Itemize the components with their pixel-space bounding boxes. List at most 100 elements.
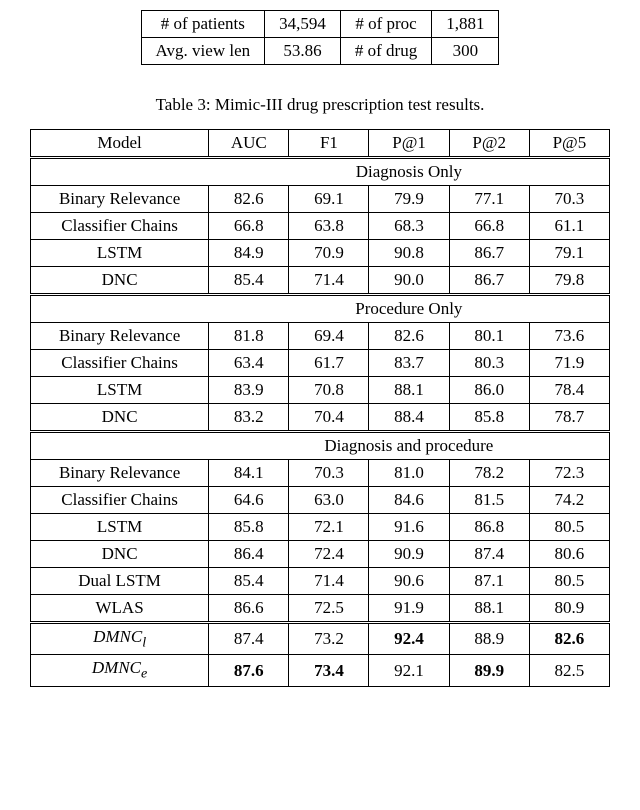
table-row: Avg. view len 53.86 # of drug 300 bbox=[141, 38, 499, 65]
cell: 85.8 bbox=[449, 404, 529, 432]
col-f1: F1 bbox=[289, 130, 369, 158]
cell: 71.4 bbox=[289, 267, 369, 295]
table-row: LSTM83.970.888.186.078.4 bbox=[31, 377, 610, 404]
model-cell: LSTM bbox=[31, 514, 209, 541]
cell: 83.9 bbox=[209, 377, 289, 404]
cell: # of patients bbox=[141, 11, 265, 38]
cell: 88.9 bbox=[449, 623, 529, 655]
table-row: WLAS86.672.591.988.180.9 bbox=[31, 595, 610, 623]
model-cell: Dual LSTM bbox=[31, 568, 209, 595]
cell: 86.6 bbox=[209, 595, 289, 623]
cell: 88.4 bbox=[369, 404, 449, 432]
cell: 86.0 bbox=[449, 377, 529, 404]
cell: 70.3 bbox=[289, 460, 369, 487]
cell: 78.4 bbox=[529, 377, 609, 404]
cell: 81.5 bbox=[449, 487, 529, 514]
cell: 66.8 bbox=[449, 213, 529, 240]
table-row: Classifier Chains66.863.868.366.861.1 bbox=[31, 213, 610, 240]
cell: 63.0 bbox=[289, 487, 369, 514]
stats-table: # of patients 34,594 # of proc 1,881 Avg… bbox=[141, 10, 500, 65]
cell: 80.5 bbox=[529, 514, 609, 541]
table-row: DMNCe 87.6 73.4 92.1 89.9 82.5 bbox=[31, 655, 610, 686]
cell: 80.1 bbox=[449, 323, 529, 350]
cell: 61.1 bbox=[529, 213, 609, 240]
table-row: Classifier Chains64.663.084.681.574.2 bbox=[31, 487, 610, 514]
cell: 71.4 bbox=[289, 568, 369, 595]
model-cell: Classifier Chains bbox=[31, 350, 209, 377]
empty-cell bbox=[31, 158, 209, 186]
cell: 1,881 bbox=[432, 11, 499, 38]
cell: 86.4 bbox=[209, 541, 289, 568]
model-cell: Binary Relevance bbox=[31, 323, 209, 350]
empty-cell bbox=[31, 432, 209, 460]
cell: 53.86 bbox=[265, 38, 341, 65]
cell: 72.5 bbox=[289, 595, 369, 623]
cell: 80.9 bbox=[529, 595, 609, 623]
model-cell: Binary Relevance bbox=[31, 460, 209, 487]
cell: 73.6 bbox=[529, 323, 609, 350]
model-cell: DMNCl bbox=[31, 623, 209, 655]
cell: 72.3 bbox=[529, 460, 609, 487]
cell: 82.5 bbox=[529, 655, 609, 686]
cell: 63.8 bbox=[289, 213, 369, 240]
header-row: Model AUC F1 P@1 P@2 P@5 bbox=[31, 130, 610, 158]
cell: 91.6 bbox=[369, 514, 449, 541]
table-row: # of patients 34,594 # of proc 1,881 bbox=[141, 11, 499, 38]
table-row: DNC85.471.490.086.779.8 bbox=[31, 267, 610, 295]
table-row: Binary Relevance82.669.179.977.170.3 bbox=[31, 186, 610, 213]
cell: 87.1 bbox=[449, 568, 529, 595]
cell: 70.9 bbox=[289, 240, 369, 267]
cell: 73.4 bbox=[289, 655, 369, 686]
model-cell: DMNCe bbox=[31, 655, 209, 686]
model-cell: Classifier Chains bbox=[31, 213, 209, 240]
table-row: DNC86.472.490.987.480.6 bbox=[31, 541, 610, 568]
col-p1: P@1 bbox=[369, 130, 449, 158]
cell: 86.7 bbox=[449, 240, 529, 267]
cell: 82.6 bbox=[209, 186, 289, 213]
model-cell: DNC bbox=[31, 267, 209, 295]
cell: 92.4 bbox=[369, 623, 449, 655]
cell: 79.9 bbox=[369, 186, 449, 213]
cell: 82.6 bbox=[529, 623, 609, 655]
cell: 78.7 bbox=[529, 404, 609, 432]
cell: 90.9 bbox=[369, 541, 449, 568]
cell: 300 bbox=[432, 38, 499, 65]
cell: 86.7 bbox=[449, 267, 529, 295]
cell: 73.2 bbox=[289, 623, 369, 655]
cell: 80.5 bbox=[529, 568, 609, 595]
cell: 63.4 bbox=[209, 350, 289, 377]
table-row: DNC83.270.488.485.878.7 bbox=[31, 404, 610, 432]
cell: 81.8 bbox=[209, 323, 289, 350]
cell: 90.6 bbox=[369, 568, 449, 595]
cell: 70.3 bbox=[529, 186, 609, 213]
cell: 82.6 bbox=[369, 323, 449, 350]
section-header: Diagnosis and procedure bbox=[31, 432, 610, 460]
cell: 90.8 bbox=[369, 240, 449, 267]
cell: Avg. view len bbox=[141, 38, 265, 65]
cell: 78.2 bbox=[449, 460, 529, 487]
model-cell: DNC bbox=[31, 541, 209, 568]
cell: 79.8 bbox=[529, 267, 609, 295]
cell: 74.2 bbox=[529, 487, 609, 514]
section-header: Procedure Only bbox=[31, 295, 610, 323]
cell: 70.4 bbox=[289, 404, 369, 432]
cell: 77.1 bbox=[449, 186, 529, 213]
cell: 72.4 bbox=[289, 541, 369, 568]
model-cell: WLAS bbox=[31, 595, 209, 623]
section-label: Procedure Only bbox=[209, 295, 610, 323]
cell: 34,594 bbox=[265, 11, 341, 38]
table-caption: Table 3: Mimic-III drug prescription tes… bbox=[30, 95, 610, 115]
cell: 87.6 bbox=[209, 655, 289, 686]
model-cell: LSTM bbox=[31, 377, 209, 404]
cell: 85.4 bbox=[209, 267, 289, 295]
section-label: Diagnosis and procedure bbox=[209, 432, 610, 460]
table-row: Binary Relevance81.869.482.680.173.6 bbox=[31, 323, 610, 350]
cell: 64.6 bbox=[209, 487, 289, 514]
results-table: Model AUC F1 P@1 P@2 P@5 Diagnosis Only … bbox=[30, 129, 610, 687]
cell: 84.9 bbox=[209, 240, 289, 267]
table-row: LSTM85.872.191.686.880.5 bbox=[31, 514, 610, 541]
cell: 81.0 bbox=[369, 460, 449, 487]
cell: # of drug bbox=[340, 38, 431, 65]
cell: 84.1 bbox=[209, 460, 289, 487]
col-auc: AUC bbox=[209, 130, 289, 158]
